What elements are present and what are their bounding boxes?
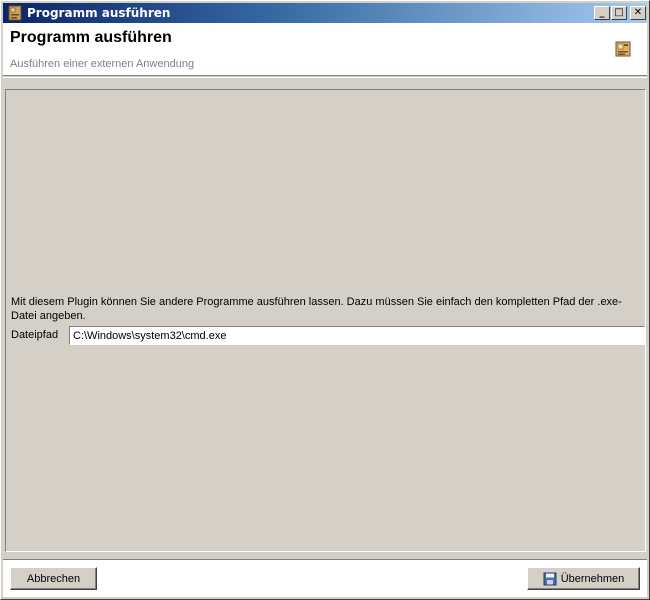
- program-icon: [8, 5, 22, 21]
- page-subtitle: Ausführen einer externen Anwendung: [10, 58, 195, 70]
- program-icon: [615, 41, 631, 57]
- cancel-button-label: Abbrechen: [26, 572, 81, 585]
- file-path-input[interactable]: [69, 326, 645, 345]
- maximize-button[interactable]: □: [611, 6, 627, 20]
- close-button[interactable]: ✕: [630, 6, 646, 20]
- dialog-header: Programm ausführen Ausführen einer exter…: [3, 23, 647, 76]
- title-bar[interactable]: Programm ausführen _ □ ✕: [3, 3, 647, 23]
- file-path-label: Dateipfad: [11, 329, 59, 341]
- dialog-footer: Abbrechen Übernehmen: [3, 559, 647, 597]
- minimize-button[interactable]: _: [594, 6, 610, 20]
- apply-button[interactable]: Übernehmen: [527, 567, 640, 590]
- save-icon: [543, 572, 557, 585]
- program-dialog-window: Programm ausführen _ □ ✕ Programm ausfüh…: [0, 0, 650, 600]
- plugin-description: Mit diesem Plugin können Sie andere Prog…: [11, 296, 622, 322]
- page-title: Programm ausführen: [10, 29, 172, 46]
- content-panel: Mit diesem Plugin können Sie andere Prog…: [5, 89, 646, 552]
- header-separator: [3, 77, 647, 78]
- window-title: Programm ausführen: [27, 6, 171, 20]
- apply-button-label: Übernehmen: [560, 572, 625, 585]
- cancel-button[interactable]: Abbrechen: [10, 567, 97, 590]
